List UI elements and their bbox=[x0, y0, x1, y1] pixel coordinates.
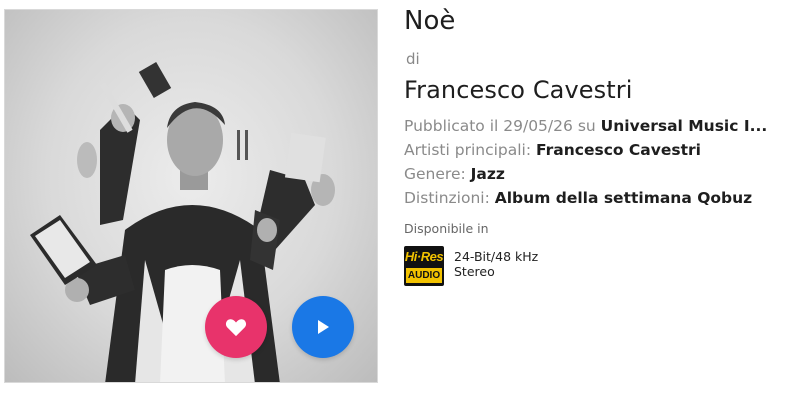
main-artists-row: Artisti principali: Francesco Cavestri bbox=[404, 141, 701, 159]
artist-name-link[interactable]: Francesco Cavestri bbox=[404, 76, 633, 104]
play-icon bbox=[318, 320, 329, 334]
genre-label: Genere: bbox=[404, 165, 466, 183]
hires-audio-logo: Hi·Res AUDIO bbox=[404, 246, 444, 286]
hires-logo-top: Hi·Res bbox=[404, 249, 444, 264]
main-artists-label: Artisti principali: bbox=[404, 141, 532, 159]
heart-icon bbox=[225, 319, 247, 337]
audio-quality: 24-Bit/48 kHz Stereo bbox=[454, 249, 538, 279]
availability-label: Disponibile in bbox=[404, 221, 489, 236]
main-artists-link[interactable]: Francesco Cavestri bbox=[536, 141, 701, 159]
favorite-button[interactable] bbox=[205, 296, 267, 358]
album-title: Noè bbox=[404, 6, 456, 36]
by-label: di bbox=[406, 50, 420, 68]
album-cover[interactable] bbox=[4, 9, 378, 383]
published-row: Pubblicato il 29/05/26 su Universal Musi… bbox=[404, 117, 767, 135]
awards-label: Distinzioni: bbox=[404, 189, 490, 207]
awards-row: Distinzioni: Album della settimana Qobuz bbox=[404, 189, 752, 207]
published-date: 29/05/26 bbox=[503, 117, 573, 135]
label-link[interactable]: Universal Music I... bbox=[601, 117, 768, 135]
awards-link[interactable]: Album della settimana Qobuz bbox=[495, 189, 752, 207]
channels: Stereo bbox=[454, 264, 495, 279]
hires-logo-bottom: AUDIO bbox=[406, 268, 442, 283]
published-prefix: Pubblicato il bbox=[404, 117, 499, 135]
genre-row: Genere: Jazz bbox=[404, 165, 505, 183]
bit-rate: 24-Bit/48 kHz bbox=[454, 249, 539, 264]
play-button[interactable] bbox=[292, 296, 354, 358]
published-on: su bbox=[577, 117, 596, 135]
genre-link[interactable]: Jazz bbox=[471, 165, 505, 183]
